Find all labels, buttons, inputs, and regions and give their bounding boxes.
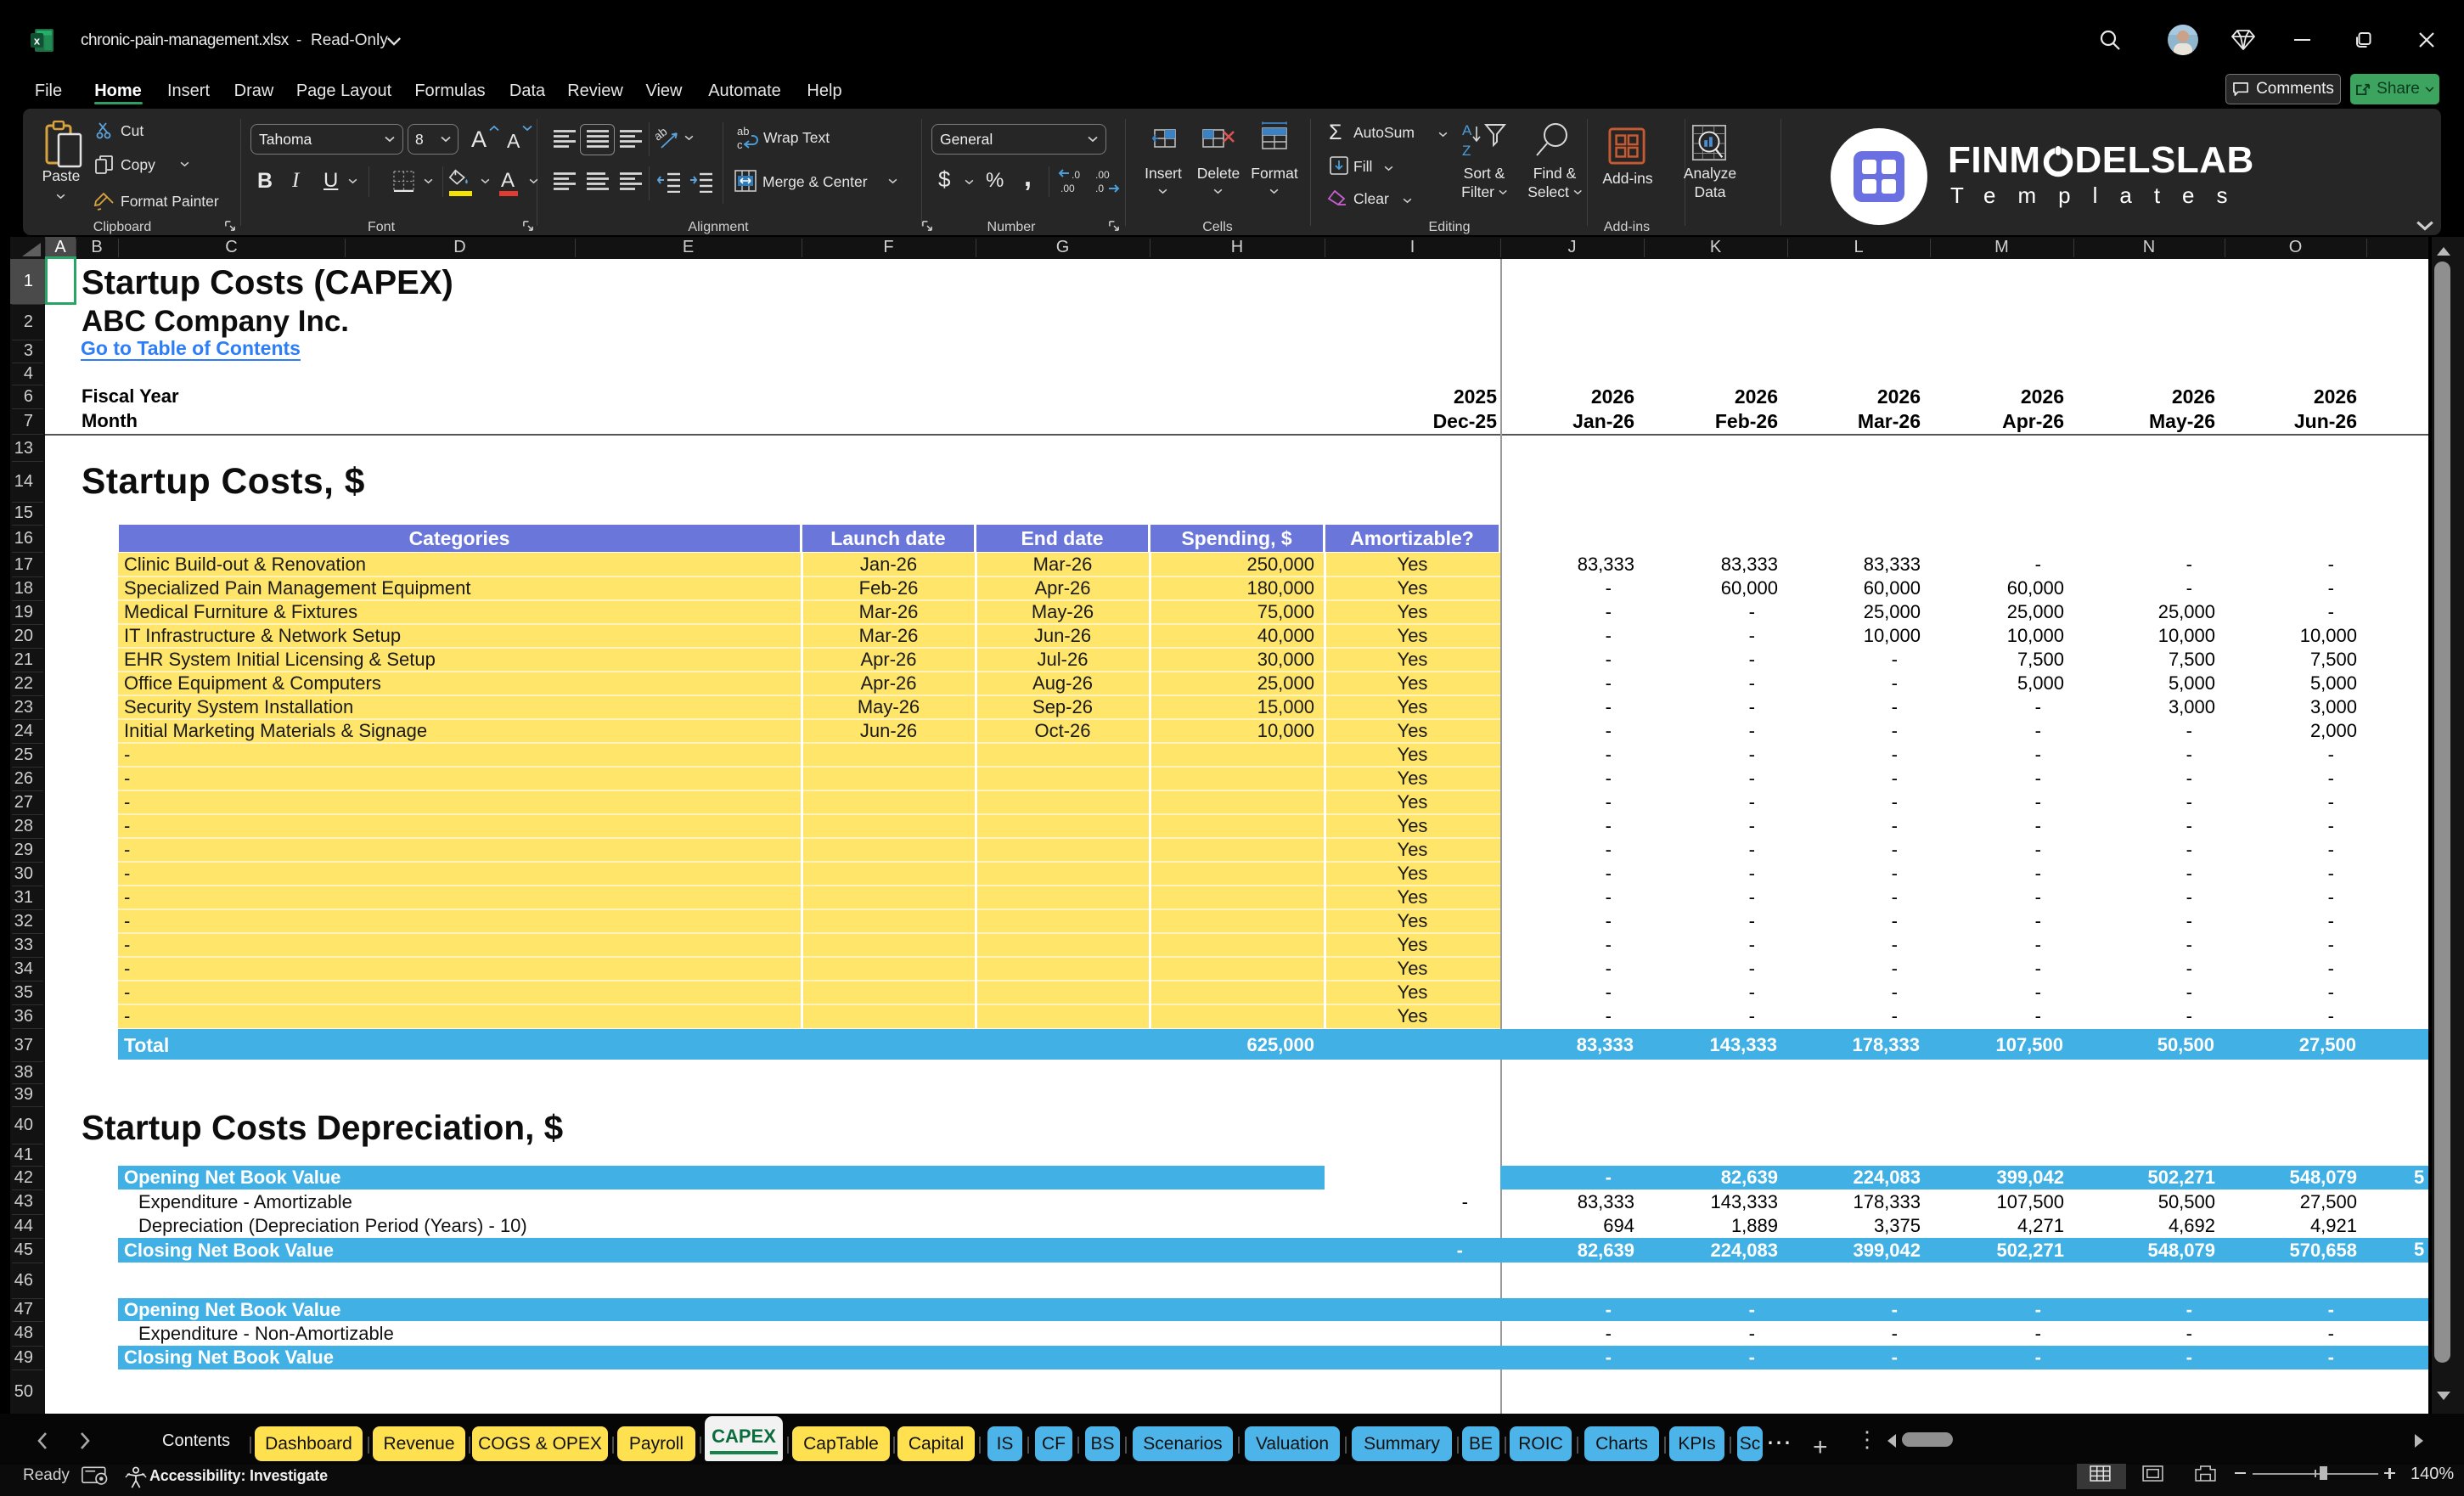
svg-text:ab: ab [737,126,749,138]
svg-text:ab: ab [655,127,670,143]
svg-text:c: c [737,138,743,151]
svg-text:.00: .00 [1060,183,1075,194]
svg-text:Z: Z [1462,143,1471,159]
svg-text:A: A [1462,122,1472,138]
svg-text:.0: .0 [1095,183,1104,194]
svg-text:x: x [34,35,41,48]
svg-text:.0: .0 [1072,169,1080,181]
svg-text:.00: .00 [1095,169,1110,181]
